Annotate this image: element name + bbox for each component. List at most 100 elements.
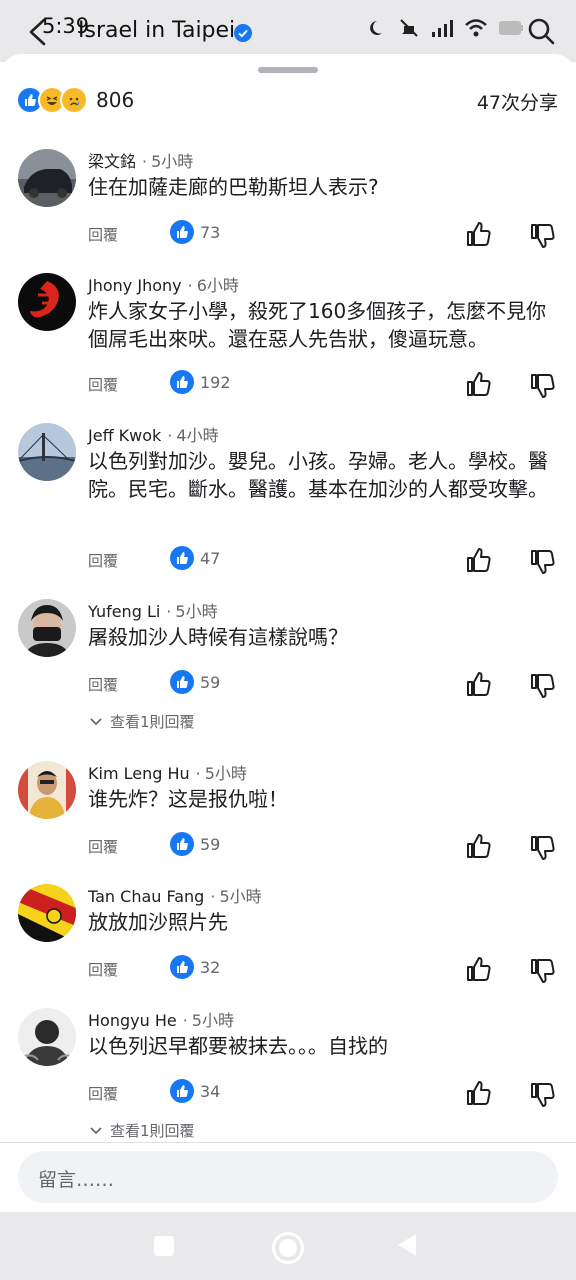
commenter-name[interactable]: Jhony Jhony bbox=[88, 276, 182, 295]
drag-handle[interactable] bbox=[258, 67, 318, 73]
thumbs-up-icon[interactable] bbox=[465, 546, 493, 574]
like-summary[interactable]: 192 bbox=[170, 370, 231, 394]
like-count: 34 bbox=[200, 1081, 221, 1101]
like-summary[interactable]: 32 bbox=[170, 955, 220, 979]
like-count: 32 bbox=[200, 957, 221, 977]
comment-header: Jeff Kwok · 4小時 bbox=[88, 426, 219, 445]
like-badge-icon bbox=[170, 832, 194, 856]
like-badge-icon bbox=[170, 370, 194, 394]
reply-button[interactable]: 回覆 bbox=[88, 959, 118, 980]
comment-actions: 回覆 32 bbox=[88, 955, 564, 985]
commenter-name[interactable]: Hongyu He bbox=[88, 1011, 177, 1030]
view-replies-link[interactable]: 查看1則回覆 bbox=[88, 1120, 195, 1141]
like-summary[interactable]: 34 bbox=[170, 1079, 220, 1103]
recents-button[interactable] bbox=[154, 1236, 174, 1256]
thumbs-up-icon[interactable] bbox=[465, 832, 493, 860]
reply-button[interactable]: 回覆 bbox=[88, 374, 118, 395]
thumbs-down-icon[interactable] bbox=[529, 548, 557, 576]
comment-header: Jhony Jhony · 6小時 bbox=[88, 276, 239, 295]
comment-text: 放放加沙照片先 bbox=[88, 910, 228, 934]
avatar[interactable] bbox=[18, 599, 76, 657]
signal-icon bbox=[432, 20, 453, 37]
like-badge-icon bbox=[170, 1079, 194, 1103]
comment-time: 5小時 bbox=[151, 152, 194, 171]
avatar[interactable] bbox=[18, 884, 76, 942]
reaction-count: 806 bbox=[96, 88, 135, 112]
thumbs-down-icon[interactable] bbox=[529, 957, 557, 985]
comment-input[interactable]: 留言…… bbox=[18, 1151, 558, 1203]
like-count: 192 bbox=[200, 372, 231, 392]
like-badge-icon bbox=[170, 670, 194, 694]
system-nav-bar bbox=[0, 1212, 576, 1280]
view-replies-link[interactable]: 查看1則回覆 bbox=[88, 711, 195, 732]
commenter-name[interactable]: Kim Leng Hu bbox=[88, 764, 190, 783]
comment-actions: 回覆 47 bbox=[88, 546, 564, 576]
like-count: 59 bbox=[200, 672, 221, 692]
like-badge-icon bbox=[170, 220, 194, 244]
comment-text: 炸人家女子小學，殺死了160多個孩子，怎麼不見你個屌毛出來吠。還在惡人先告狀，傻… bbox=[88, 299, 547, 351]
like-badge-icon bbox=[170, 955, 194, 979]
comment-time: 5小時 bbox=[219, 887, 262, 906]
like-summary[interactable]: 47 bbox=[170, 546, 220, 570]
commenter-name[interactable]: Tan Chau Fang bbox=[88, 887, 204, 906]
comment-header: 梁文銘 · 5小時 bbox=[88, 152, 194, 171]
thumbs-up-icon[interactable] bbox=[465, 1079, 493, 1107]
reply-button[interactable]: 回覆 bbox=[88, 1083, 118, 1104]
share-count[interactable]: 47次分享 bbox=[477, 88, 558, 115]
comment-actions: 回覆 59 bbox=[88, 832, 564, 862]
view-replies-label: 查看1則回覆 bbox=[110, 1122, 195, 1140]
avatar[interactable] bbox=[18, 423, 76, 481]
reply-button[interactable]: 回覆 bbox=[88, 674, 118, 695]
thumbs-up-icon[interactable] bbox=[465, 370, 493, 398]
home-button[interactable] bbox=[272, 1232, 304, 1264]
comment-input-placeholder: 留言…… bbox=[38, 1169, 115, 1191]
search-icon[interactable] bbox=[526, 16, 556, 46]
thumbs-up-icon[interactable] bbox=[465, 955, 493, 983]
commenter-name[interactable]: Yufeng Li bbox=[88, 602, 160, 621]
commenter-name[interactable]: Jeff Kwok bbox=[88, 426, 161, 445]
like-summary[interactable]: 59 bbox=[170, 670, 220, 694]
reply-button[interactable]: 回覆 bbox=[88, 550, 118, 571]
thumbs-up-icon[interactable] bbox=[465, 220, 493, 248]
like-count: 47 bbox=[200, 548, 221, 568]
comment-time: 5小時 bbox=[204, 764, 247, 783]
status-icons bbox=[368, 16, 524, 40]
like-summary[interactable]: 59 bbox=[170, 832, 220, 856]
back-button[interactable] bbox=[398, 1234, 416, 1256]
avatar[interactable] bbox=[18, 761, 76, 819]
wifi-icon bbox=[465, 19, 487, 37]
reply-button[interactable]: 回覆 bbox=[88, 224, 118, 245]
like-summary[interactable]: 73 bbox=[170, 220, 220, 244]
thumbs-down-icon[interactable] bbox=[529, 672, 557, 700]
mute-icon bbox=[400, 19, 418, 37]
avatar[interactable] bbox=[18, 1008, 76, 1066]
avatar[interactable] bbox=[18, 149, 76, 207]
comment-header: Hongyu He · 5小時 bbox=[88, 1011, 234, 1030]
comment-text: 屠殺加沙人時候有這樣說嗎？ bbox=[88, 625, 348, 649]
reply-button[interactable]: 回覆 bbox=[88, 836, 118, 857]
comment-text: 以色列對加沙。嬰兒。小孩。孕婦。老人。學校。醫院。民宅。斷水。醫護。基本在加沙的… bbox=[88, 449, 548, 501]
comment-header: Tan Chau Fang · 5小時 bbox=[88, 887, 262, 906]
thumbs-down-icon[interactable] bbox=[529, 1081, 557, 1109]
thumbs-up-icon[interactable] bbox=[465, 670, 493, 698]
comment-actions: 回覆 192 bbox=[88, 370, 564, 400]
comment-actions: 回覆 34 bbox=[88, 1079, 564, 1109]
commenter-name[interactable]: 梁文銘 bbox=[88, 152, 136, 171]
thumbs-down-icon[interactable] bbox=[529, 372, 557, 400]
top-bar: 5:39 Israel in Taipei bbox=[0, 0, 576, 62]
reaction-summary[interactable]: 806 bbox=[16, 86, 134, 114]
comment-time: 5小時 bbox=[175, 602, 218, 621]
comment-time: 5小時 bbox=[191, 1011, 234, 1030]
thumbs-down-icon[interactable] bbox=[529, 834, 557, 862]
sad-reaction-icon bbox=[60, 86, 88, 114]
avatar[interactable] bbox=[18, 273, 76, 331]
comment-text: 住在加薩走廊的巴勒斯坦人表示? bbox=[88, 175, 379, 199]
view-replies-label: 查看1則回覆 bbox=[110, 713, 195, 731]
like-count: 59 bbox=[200, 834, 221, 854]
verified-badge-icon bbox=[234, 24, 252, 42]
thumbs-down-icon[interactable] bbox=[529, 222, 557, 250]
comment-composer: 留言…… bbox=[0, 1142, 576, 1213]
comment-time: 4小時 bbox=[176, 426, 219, 445]
chevron-down-icon bbox=[90, 1126, 102, 1134]
comment-time: 6小時 bbox=[196, 276, 239, 295]
